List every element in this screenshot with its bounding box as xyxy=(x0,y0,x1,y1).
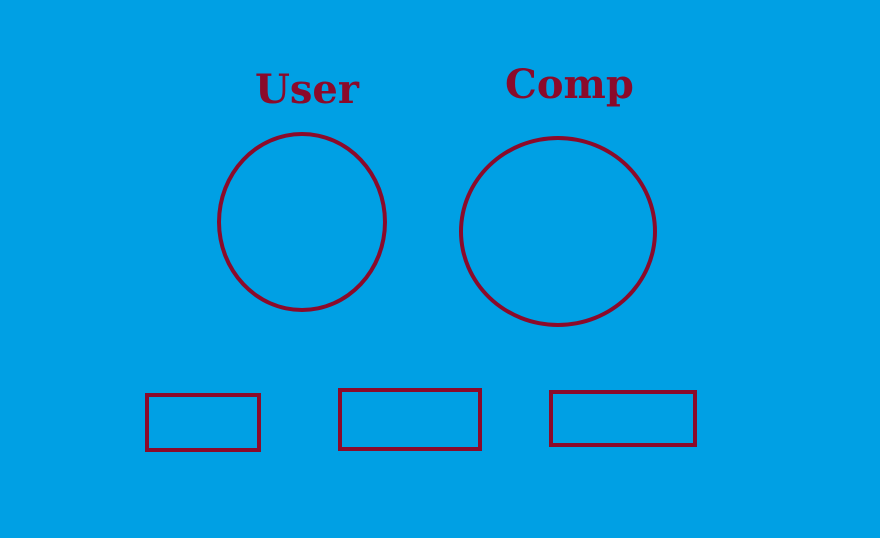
user-choice-circle xyxy=(217,132,387,312)
choice-button-1[interactable] xyxy=(145,393,261,452)
computer-choice-circle xyxy=(459,136,657,327)
choice-button-3[interactable] xyxy=(549,390,697,447)
game-board: User Comp xyxy=(0,0,880,538)
choice-button-2[interactable] xyxy=(338,388,482,451)
user-label: User xyxy=(255,66,359,113)
computer-label: Comp xyxy=(505,61,634,108)
